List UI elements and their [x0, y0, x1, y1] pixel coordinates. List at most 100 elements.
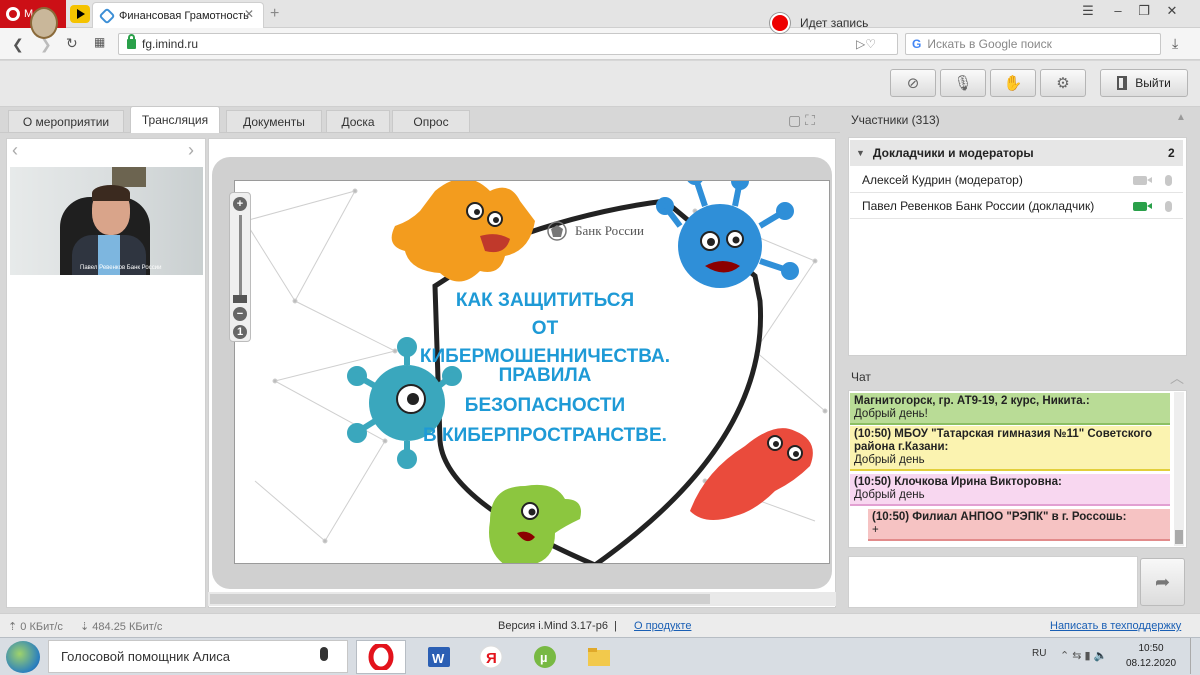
close-window-icon[interactable]: ✕: [1160, 2, 1184, 20]
recording-label: Идет запись: [800, 16, 869, 30]
zoom-control[interactable]: + − 1: [229, 192, 251, 342]
zoom-reset-icon[interactable]: 1: [233, 325, 247, 339]
svg-text:µ: µ: [540, 650, 548, 665]
google-icon: G: [912, 37, 922, 51]
upload-rate-value: 0 КБит/с: [20, 621, 63, 633]
presentation-slide: Банк России КАК ЗАЩИТИТЬСЯ ОТ КИБЕРМОШЕН…: [234, 180, 830, 564]
url-field[interactable]: fg.imind.ru: [118, 33, 898, 55]
zoom-track[interactable]: [239, 215, 242, 295]
tabs-divider: [0, 132, 840, 133]
chat-title: Чат: [851, 370, 871, 384]
fullscreen-icon[interactable]: ▢ ⛶: [788, 112, 815, 129]
about-link[interactable]: О продукте: [634, 620, 691, 632]
minimize-icon[interactable]: –: [1106, 2, 1130, 20]
scrollbar-thumb[interactable]: [210, 594, 710, 604]
svg-text:W: W: [432, 651, 445, 666]
svg-text:Я: Я: [486, 650, 497, 667]
settings-button[interactable]: ⚙: [1040, 69, 1086, 97]
browser-tab[interactable]: Финансовая Грамотность: [92, 2, 264, 28]
grid-icon[interactable]: ▦: [94, 35, 105, 49]
keyboard-language[interactable]: RU: [1032, 648, 1046, 659]
chat-text: Добрый день!: [854, 408, 928, 420]
utorrent-taskbar-button[interactable]: µ: [520, 640, 570, 674]
tab-poll[interactable]: Опрос: [392, 110, 470, 132]
video-caption: Павел Ревенков Банк России: [80, 265, 162, 271]
slide-heading-line-1: КАК ЗАЩИТИТЬСЯ: [455, 290, 635, 311]
yandex-icon: Я: [479, 645, 503, 669]
exit-button[interactable]: Выйти: [1100, 69, 1188, 97]
restore-icon[interactable]: ❐: [1132, 2, 1156, 20]
play-icon[interactable]: [70, 5, 90, 23]
explorer-taskbar-button[interactable]: [574, 640, 624, 674]
expand-triangle-icon: ▼: [856, 148, 865, 158]
collapse-participants-icon[interactable]: ▲: [1176, 112, 1186, 123]
participants-title: Участники (313): [851, 113, 940, 127]
zoom-in-icon[interactable]: +: [233, 197, 247, 211]
tray-icons[interactable]: ⌃ ⇆ ▮ 🔈: [1060, 649, 1107, 662]
window-menu-icon[interactable]: ☰: [1076, 2, 1100, 20]
utorrent-icon: µ: [534, 646, 556, 668]
camera-toggle-button[interactable]: ⊘: [890, 69, 936, 97]
clock-date[interactable]: 08.12.2020: [1123, 658, 1179, 669]
chat-author: (10:50) Филиал АНПОО "РЭПК" в г. Россошь…: [872, 511, 1127, 523]
chat-author: Магнитогорск, гр. АТ9-19, 2 курс, Никита…: [854, 395, 1090, 407]
reload-icon[interactable]: ↻: [66, 35, 78, 52]
taskbar-search-text: Голосовой помощник Алиса: [61, 649, 230, 664]
mic-icon: [1165, 201, 1172, 212]
url-text: fg.imind.ru: [142, 37, 199, 51]
participants-group-header[interactable]: ▼ Докладчики и модераторы: [850, 140, 1183, 166]
zoom-thumb[interactable]: [233, 295, 247, 303]
yandex-taskbar-button[interactable]: Я: [466, 640, 516, 674]
chat-message: Магнитогорск, гр. АТ9-19, 2 курс, Никита…: [850, 393, 1170, 425]
next-video-icon[interactable]: ›: [188, 140, 194, 161]
opera-icon: [368, 644, 394, 670]
download-rate: ⇣ 484.25 КБит/с: [80, 621, 163, 633]
opera-taskbar-button[interactable]: [356, 640, 406, 674]
tab-board[interactable]: Доска: [326, 110, 390, 132]
search-placeholder: Искать в Google поиск: [927, 37, 1052, 51]
participant-name: Алексей Кудрин (модератор): [862, 173, 1023, 187]
chat-scrollbar-thumb[interactable]: [1175, 530, 1183, 544]
camera-off-icon: ⊘: [906, 75, 920, 92]
bookmark-heart-icon[interactable]: ▷♡: [856, 37, 876, 51]
camera-on-icon: [1133, 202, 1152, 211]
word-taskbar-button[interactable]: W: [414, 640, 464, 674]
collapse-chat-icon[interactable]: ︿: [1170, 368, 1184, 388]
chat-scrollbar[interactable]: [1174, 392, 1184, 546]
tab-broadcast[interactable]: Трансляция: [130, 106, 220, 133]
participant-name: Павел Ревенков Банк России (докладчик): [862, 199, 1095, 213]
group-count: 2: [1168, 146, 1175, 160]
version-separator: |: [614, 620, 617, 632]
new-tab-button[interactable]: +: [270, 5, 279, 23]
record-indicator-icon: [770, 13, 790, 33]
prev-video-icon[interactable]: ‹: [12, 140, 18, 161]
exit-label: Выйти: [1135, 76, 1171, 90]
app-logo: [30, 7, 58, 39]
send-button[interactable]: ➦: [1140, 558, 1185, 606]
speaker-video[interactable]: Павел Ревенков Банк России: [10, 167, 203, 275]
chat-message: (10:50) Клочкова Ирина Викторовна: Добры…: [850, 474, 1170, 506]
show-desktop-button[interactable]: [1190, 638, 1200, 674]
support-link[interactable]: Написать в техподдержку: [1050, 620, 1181, 632]
mic-toggle-button[interactable]: 🎙: [940, 69, 986, 97]
google-search-field[interactable]: G Искать в Google поиск: [905, 33, 1161, 55]
zoom-out-icon[interactable]: −: [233, 307, 247, 321]
start-button[interactable]: [6, 641, 40, 673]
tab-documents[interactable]: Документы: [226, 110, 322, 132]
slide-subheading-line-1: ПРАВИЛА: [498, 365, 592, 386]
chat-message: (10:50) Филиал АНПОО "РЭПК" в г. Россошь…: [868, 509, 1170, 541]
taskbar-search[interactable]: Голосовой помощник Алиса: [48, 640, 348, 673]
close-tab-icon[interactable]: ✕: [244, 7, 254, 21]
chat-input[interactable]: [848, 556, 1138, 608]
speaker-hair: [92, 185, 130, 201]
microphone-icon[interactable]: [320, 647, 328, 661]
camera-off-icon: [1133, 176, 1152, 185]
slide-horizontal-scrollbar[interactable]: [208, 592, 836, 606]
download-icon[interactable]: ⤓: [1172, 35, 1178, 52]
slide-subheading-line-2: БЕЗОПАСНОСТИ: [464, 395, 626, 416]
tab-about-event[interactable]: О мероприятии: [8, 110, 124, 132]
raise-hand-button[interactable]: ✋: [990, 69, 1036, 97]
clock-time[interactable]: 10:50: [1131, 643, 1171, 654]
word-icon: W: [428, 647, 450, 667]
back-icon[interactable]: ❮: [12, 36, 24, 53]
